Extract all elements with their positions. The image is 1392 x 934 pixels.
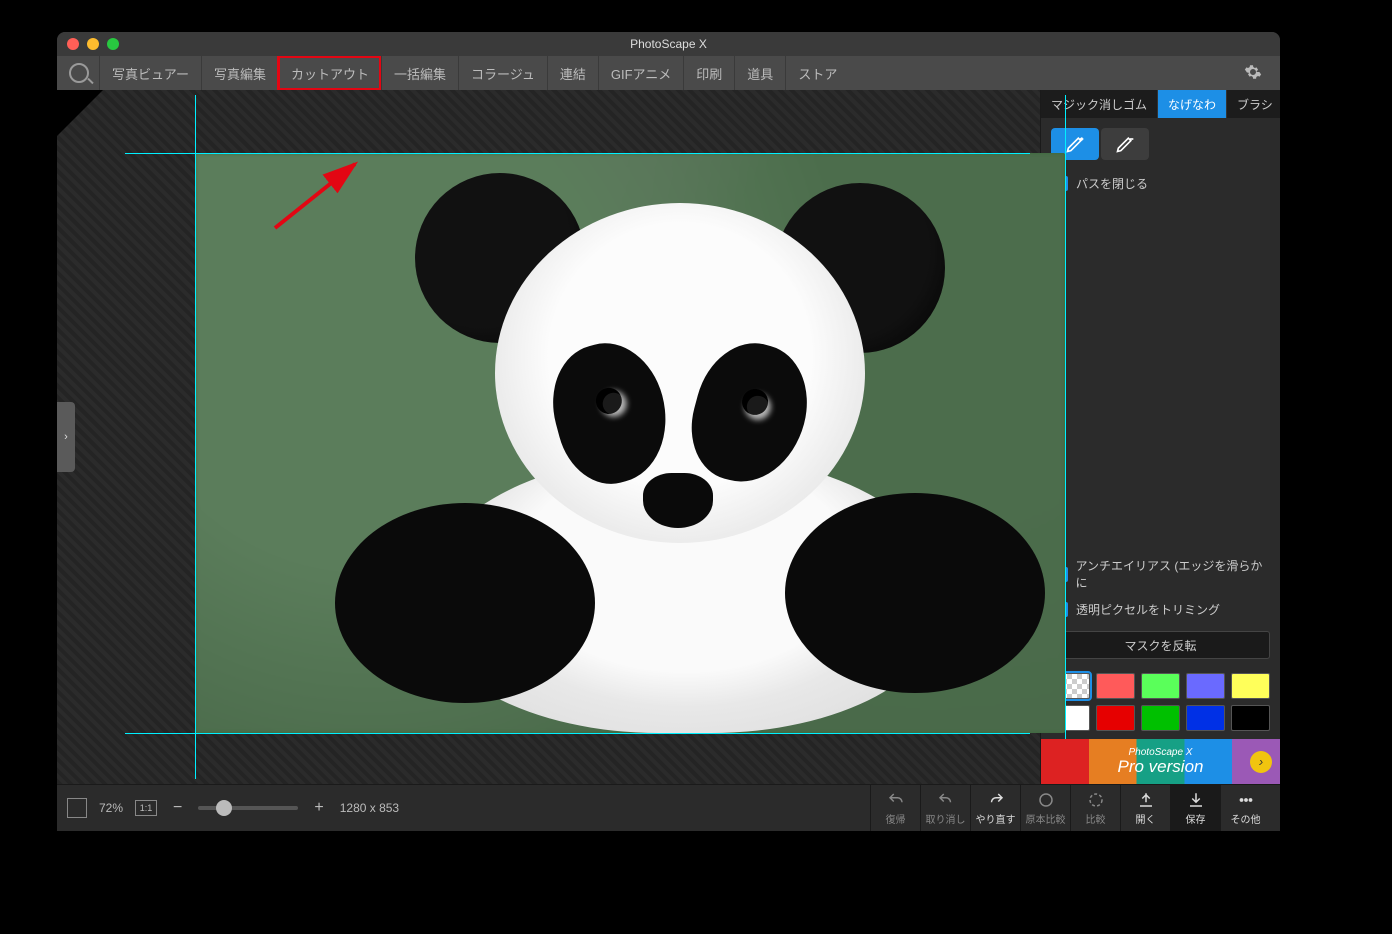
tool-tab-magic-eraser[interactable]: マジック消しゴム — [1041, 90, 1158, 118]
invert-mask-button[interactable]: マスクを反転 — [1051, 631, 1270, 659]
ad-go-icon: › — [1250, 751, 1272, 773]
right-panel: マジック消しゴム なげなわ ブラシ ✓ パスを閉じる ✓ アンチエイリアス (エ… — [1040, 90, 1280, 784]
tab-print[interactable]: 印刷 — [683, 56, 734, 90]
zoom-slider-thumb[interactable] — [216, 800, 232, 816]
tab-store[interactable]: ストア — [785, 56, 849, 90]
swatch-red[interactable] — [1096, 705, 1135, 731]
canvas-inner — [125, 95, 1030, 779]
photo-canvas[interactable] — [195, 153, 1065, 733]
tab-collage[interactable]: コラージュ — [458, 56, 547, 90]
swatch-green[interactable] — [1141, 705, 1180, 731]
ad-line2: Pro version — [1118, 758, 1204, 777]
search-icon[interactable] — [69, 63, 89, 83]
window-title: PhotoScape X — [57, 37, 1280, 51]
swatch-red-light[interactable] — [1096, 673, 1135, 699]
app-window: PhotoScape X 写真ビュアー 写真編集 カットアウト 一括編集 コラー… — [57, 32, 1280, 831]
brush-mode-row — [1041, 118, 1280, 170]
trim-transparent-checkbox[interactable]: ✓ 透明ピクセルをトリミング — [1041, 596, 1280, 623]
canvas-area[interactable]: PRO Version › — [57, 90, 1040, 784]
close-path-checkbox[interactable]: ✓ パスを閉じる — [1041, 170, 1280, 197]
actual-size-button[interactable]: 1:1 — [135, 800, 157, 816]
antialias-checkbox[interactable]: ✓ アンチエイリアス (エッジを滑らかに — [1041, 552, 1280, 596]
antialias-label: アンチエイリアス (エッジを滑らかに — [1076, 557, 1268, 591]
ad-line1: PhotoScape X — [1118, 747, 1204, 758]
pro-version-ad[interactable]: PhotoScape X Pro version › — [1041, 739, 1280, 784]
zoom-out-button[interactable]: − — [169, 799, 186, 817]
swatch-blue[interactable] — [1186, 705, 1225, 731]
zoom-slider[interactable] — [198, 806, 298, 810]
titlebar: PhotoScape X — [57, 32, 1280, 56]
zoom-percent: 72% — [99, 801, 123, 815]
more-button[interactable]: その他 — [1220, 785, 1270, 832]
image-dimensions: 1280 x 853 — [340, 801, 399, 815]
compare-button[interactable]: 比較 — [1070, 785, 1120, 832]
bottom-right-actions: 復帰 取り消し やり直す 原本比較 比較 開く 保存 その他 — [870, 785, 1270, 832]
settings-gear-icon[interactable] — [1244, 63, 1262, 84]
trim-transparent-label: 透明ピクセルをトリミング — [1076, 601, 1220, 618]
tab-tools[interactable]: 道具 — [734, 56, 785, 90]
tool-tabs: マジック消しゴム なげなわ ブラシ — [1041, 90, 1280, 118]
swatch-blue-light[interactable] — [1186, 673, 1225, 699]
histogram-button[interactable] — [67, 798, 87, 818]
tab-batch[interactable]: 一括編集 — [381, 56, 458, 90]
zoom-in-button[interactable]: + — [310, 799, 327, 817]
compare-original-button[interactable]: 原本比較 — [1020, 785, 1070, 832]
swatch-green-light[interactable] — [1141, 673, 1180, 699]
tool-tab-lasso[interactable]: なげなわ — [1158, 90, 1227, 118]
background-swatches — [1041, 667, 1280, 739]
bottom-left-controls: 72% 1:1 − + 1280 x 853 — [67, 798, 399, 818]
undo-button[interactable]: 取り消し — [920, 785, 970, 832]
tab-editor[interactable]: 写真編集 — [201, 56, 278, 90]
undo-all-button[interactable]: 復帰 — [870, 785, 920, 832]
redo-button[interactable]: やり直す — [970, 785, 1020, 832]
tab-combine[interactable]: 連結 — [547, 56, 598, 90]
tab-viewer[interactable]: 写真ビュアー — [99, 56, 201, 90]
invert-mask-label: マスクを反転 — [1124, 637, 1196, 654]
main-tabs: 写真ビュアー 写真編集 カットアウト 一括編集 コラージュ 連結 GIFアニメ … — [57, 56, 1280, 90]
open-button[interactable]: 開く — [1120, 785, 1170, 832]
swatch-yellow[interactable] — [1231, 673, 1270, 699]
tab-cutout[interactable]: カットアウト — [278, 56, 381, 90]
brush-subtract-button[interactable] — [1101, 128, 1149, 160]
swatch-black[interactable] — [1231, 705, 1270, 731]
tool-tab-brush[interactable]: ブラシ — [1227, 90, 1280, 118]
workspace: PRO Version › — [57, 90, 1280, 784]
tab-gif[interactable]: GIFアニメ — [598, 56, 683, 90]
save-button[interactable]: 保存 — [1170, 785, 1220, 832]
expand-sidebar-handle[interactable]: › — [57, 402, 75, 472]
photo-subject — [365, 193, 985, 733]
bottom-bar: 72% 1:1 − + 1280 x 853 復帰 取り消し やり直す 原本比較… — [57, 784, 1280, 831]
close-path-label: パスを閉じる — [1076, 175, 1148, 192]
pro-badge: PRO Version — [57, 90, 103, 136]
